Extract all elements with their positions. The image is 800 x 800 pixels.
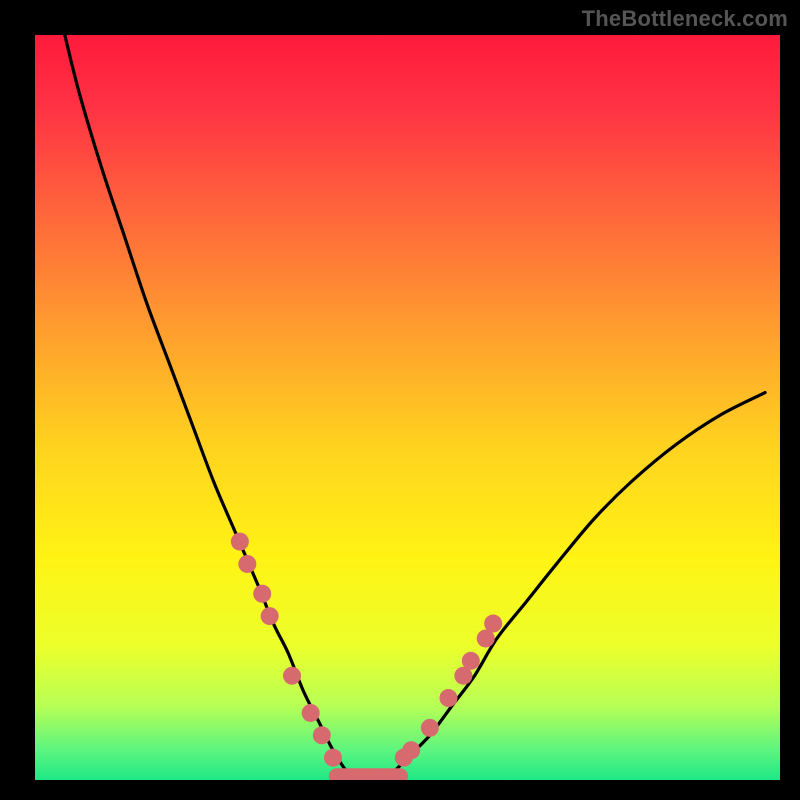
marker-dot — [439, 689, 457, 707]
marker-dot — [253, 585, 271, 603]
marker-dot — [283, 667, 301, 685]
marker-dot — [238, 555, 256, 573]
chart-frame: TheBottleneck.com — [0, 0, 800, 800]
marker-dot — [462, 652, 480, 670]
gradient-background — [35, 35, 780, 780]
bottleneck-chart — [0, 0, 800, 800]
marker-dot — [261, 607, 279, 625]
marker-dot — [484, 615, 502, 633]
marker-dot — [421, 719, 439, 737]
marker-dot — [313, 726, 331, 744]
marker-dot — [324, 749, 342, 767]
watermark-text: TheBottleneck.com — [582, 6, 788, 32]
marker-dot — [402, 741, 420, 759]
marker-dot — [231, 533, 249, 551]
marker-dot — [302, 704, 320, 722]
